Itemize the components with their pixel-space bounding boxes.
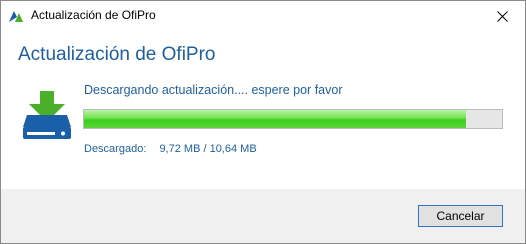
download-drive-icon (23, 91, 71, 139)
cancel-button[interactable]: Cancelar (418, 205, 503, 227)
app-logo-icon (9, 11, 23, 22)
update-dialog: Actualización de OfiPro Actualización de… (0, 0, 526, 244)
close-button[interactable] (479, 1, 525, 31)
downloaded-info: Descargado: 9,72 MB / 10,64 MB (84, 143, 257, 155)
window-title: Actualización de OfiPro (31, 8, 156, 22)
downloaded-value: 9,72 MB / 10,64 MB (159, 143, 257, 155)
close-icon (496, 10, 508, 22)
title-bar: Actualización de OfiPro (1, 1, 525, 31)
status-message: Descargando actualización.... espere por… (84, 83, 343, 97)
progress-fill (84, 110, 467, 128)
page-title: Actualización de OfiPro (18, 44, 216, 65)
download-progress-bar (83, 109, 503, 129)
downloaded-label: Descargado: (84, 143, 147, 155)
dialog-footer: Cancelar (1, 189, 525, 243)
